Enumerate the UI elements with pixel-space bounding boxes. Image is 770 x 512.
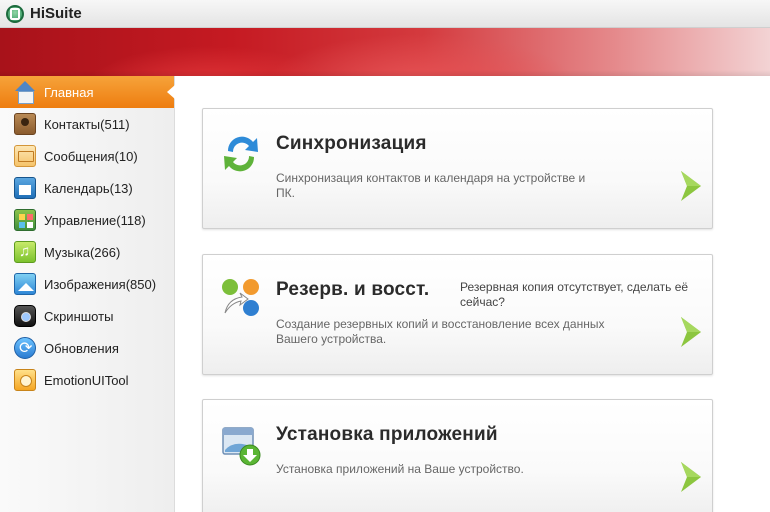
emotionui-tool-icon [14,369,36,391]
sidebar-item-screenshots[interactable]: Скриншоты [0,300,174,332]
sidebar-item-messages[interactable]: Сообщения(10) [0,140,174,172]
calendar-icon [14,177,36,199]
sidebar-item-contacts[interactable]: Контакты(511) [0,108,174,140]
sync-card[interactable]: Синхронизация Синхронизация контактов и … [202,108,713,229]
updates-icon [14,337,36,359]
backup-restore-card[interactable]: Резерв. и восст. Резервная копия отсутст… [202,254,713,375]
sidebar-item-label: Музыка(266) [44,244,121,260]
app-title: HiSuite [30,5,82,22]
sidebar: Главная Контакты(511) Сообщения(10) Кале… [0,76,175,512]
card-description: Установка приложений на Ваше устройство. [276,462,524,476]
sidebar-item-label: Скриншоты [44,308,114,324]
backup-status-note: Резервная копия отсутствует, сделать её … [460,280,689,309]
messages-icon [14,145,36,167]
sidebar-item-label: Главная [44,84,94,100]
header-banner [0,28,770,76]
install-apps-card[interactable]: Установка приложений Установка приложени… [202,399,713,512]
chevron-right-icon [681,171,701,201]
music-icon [14,241,36,263]
sidebar-item-updates[interactable]: Обновления [0,332,174,364]
install-apps-icon [222,427,261,466]
sidebar-item-emotionui-tool[interactable]: EmotionUITool [0,364,174,396]
sidebar-item-label: Управление(118) [44,212,146,228]
chevron-right-icon [681,462,701,492]
sidebar-item-label: Контакты(511) [44,116,130,132]
home-icon [14,81,36,104]
hisuite-logo-icon [6,4,24,23]
apps-management-icon [14,209,36,231]
card-title: Синхронизация [276,133,427,154]
sidebar-item-images[interactable]: Изображения(850) [0,268,174,300]
backup-restore-icon [222,279,259,316]
sidebar-item-label: EmotionUITool [44,372,129,388]
sidebar-item-label: Календарь(13) [44,180,133,196]
contacts-icon [14,113,36,135]
card-description: Синхронизация контактов и календаря на у… [276,171,586,200]
sidebar-item-music[interactable]: Музыка(266) [0,236,174,268]
card-title: Резерв. и восст. [276,279,430,300]
sidebar-item-label: Обновления [44,340,119,356]
main-content: Синхронизация Синхронизация контактов и … [175,76,770,512]
sidebar-item-home[interactable]: Главная [0,76,175,108]
sidebar-item-calendar[interactable]: Календарь(13) [0,172,174,204]
chevron-right-icon [681,317,701,347]
images-icon [14,273,36,295]
screenshots-icon [14,305,36,327]
sidebar-item-management[interactable]: Управление(118) [0,204,174,236]
card-description: Создание резервных копий и восстановлени… [276,317,605,346]
sync-icon [224,136,258,172]
sidebar-item-label: Сообщения(10) [44,148,138,164]
sidebar-item-label: Изображения(850) [44,276,157,292]
title-bar: HiSuite [0,0,770,28]
card-title: Установка приложений [276,424,498,445]
